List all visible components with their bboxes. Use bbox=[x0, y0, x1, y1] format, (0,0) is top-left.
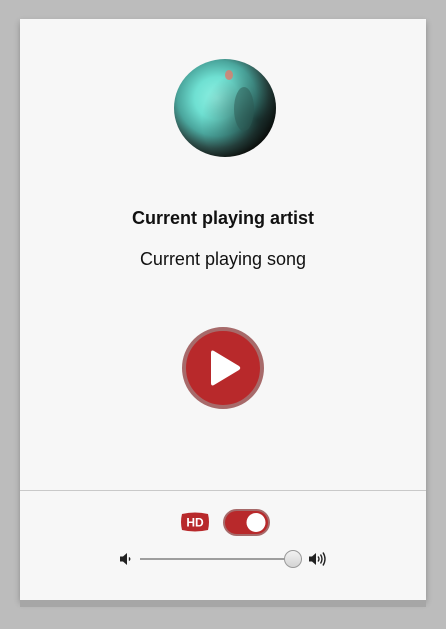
volume-track bbox=[140, 558, 302, 560]
volume-low-icon[interactable] bbox=[118, 551, 134, 567]
play-button[interactable] bbox=[182, 327, 264, 409]
player-card: Current playing artist Current playing s… bbox=[20, 19, 426, 600]
controls-divider bbox=[20, 490, 426, 491]
album-art bbox=[174, 59, 276, 157]
card-bottom-edge bbox=[20, 600, 426, 607]
song-title: Current playing song bbox=[139, 249, 307, 269]
hd-icon: HD bbox=[180, 512, 210, 532]
volume-slider[interactable] bbox=[140, 548, 302, 570]
volume-high-icon[interactable] bbox=[308, 551, 328, 567]
hd-icon-label: HD bbox=[186, 516, 204, 530]
volume-thumb[interactable] bbox=[284, 550, 302, 568]
hd-toggle[interactable] bbox=[223, 509, 270, 536]
artist-name: Current playing artist bbox=[131, 208, 315, 228]
